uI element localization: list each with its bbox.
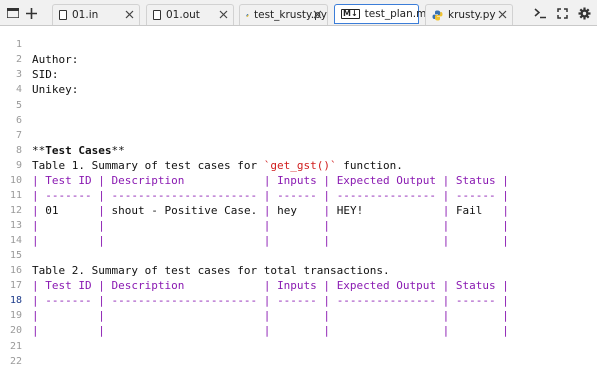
bold-marker: ** [111,144,125,157]
table-cell: Expected Output [336,279,437,292]
editor-line: 15 Table 2. Summary of test cases for to… [0,233,390,277]
tab-label: krusty.py [448,9,496,21]
editor-line: 22 [0,339,27,367]
table-cell: Expected Output [336,174,437,187]
tab-test-plan-md[interactable]: M↓ test_plan.md [334,4,433,24]
line-text: | ------- | ---------------------- | ---… [32,294,509,307]
tab-label: 01.in [72,9,99,21]
close-icon[interactable] [313,10,322,19]
tab-krusty-py[interactable]: krusty.py [425,4,513,25]
text-span: Table 1. Summary of test cases for [32,159,264,172]
table-header-row: 16 | Test ID | Description | Inputs | Ex… [0,248,509,292]
fullscreen-icon[interactable] [552,3,572,23]
heading-text: Test Cases [45,144,112,157]
line-text: | | | | | | [32,219,509,232]
table-cell: ------ [455,189,496,202]
table-cell: --------------- [336,294,437,307]
markdown-icon: M↓ [341,9,360,19]
tab-label: 01.out [166,9,200,21]
editor-line: 8 Table 1. Summary of test cases for `ge… [0,128,403,172]
terminal-icon[interactable] [530,3,550,23]
table-row: 13 | | | | | | [0,203,509,247]
tab-01-in[interactable]: 01.in [52,4,140,25]
line-text: Table 1. Summary of test cases for `get_… [32,158,403,173]
editor-line: 6 [0,98,27,126]
line-text: | 01 | shout - Positive Case. | hey | HE… [32,204,509,217]
close-icon[interactable] [125,10,134,19]
table-cell: ------ [277,189,317,202]
editor-line: 14 [0,218,27,246]
table-cell: shout - Positive Case. [111,204,258,217]
table-row: 12 | | | | | | [0,188,509,232]
table-cell: ------- [45,294,92,307]
table-separator-row: 17 | ------- | ---------------------- | … [0,263,509,307]
line-number: 22 [9,356,22,367]
table-cell: Description [111,279,185,292]
table-cell: ---------------------- [111,294,258,307]
table-cell: Test ID [45,174,92,187]
table-cell: ---------------------- [111,189,258,202]
document-icon [153,10,161,20]
tab-label: test_plan.md [364,8,433,20]
table-cell: ------ [455,294,496,307]
editor-line: 2 SID: [0,37,59,81]
close-icon[interactable] [498,10,507,19]
tab-test-krusty-py[interactable]: test_krusty.py [239,4,328,25]
menu-icon[interactable] [3,3,23,23]
tab-bar: 01.in 01.out test_krusty.py M↓ test_plan… [0,0,597,26]
python-icon [246,13,249,17]
line-text: | Test ID | Description | Inputs | Expec… [32,279,509,292]
table-cell: Inputs [277,279,317,292]
editor-line: 20 [0,308,27,336]
table-cell: hey [277,204,297,217]
line-text: | Test ID | Description | Inputs | Expec… [32,174,509,187]
line-text: **Test Cases** [32,143,125,158]
table-cell: ------- [45,189,92,202]
line-text: Table 2. Summary of test cases for total… [32,264,390,277]
table-separator-row: 10 | ------- | ---------------------- | … [0,158,509,202]
table-cell: Fail [455,204,483,217]
line-text: SID: [32,68,59,81]
document-icon [59,10,67,20]
line-text: | | | | | | [32,324,509,337]
line-text: | | | | | | [32,234,509,247]
table-cell: 01 [45,204,59,217]
table-row: 18 | | | | | | [0,278,509,322]
table-cell: Description [111,174,185,187]
table-row: 19 | | | | | | [0,293,509,337]
editor-line: 7 **Test Cases** [0,113,125,157]
table-header-row: 9 | Test ID | Description | Inputs | Exp… [0,143,509,187]
close-icon[interactable] [219,10,228,19]
inline-code: `get_gst()` [263,159,337,172]
table-cell: Inputs [277,174,317,187]
bold-marker: ** [32,144,46,157]
table-cell: ------ [277,294,317,307]
table-cell: Status [455,279,496,292]
text-span: function. [336,159,403,172]
line-text: | ------- | ---------------------- | ---… [32,189,509,202]
table-row: 11 | 01 | shout - Positive Case. | hey |… [0,173,509,217]
code-editor[interactable]: 1 Author: 2 SID: 3 Unikey: 4 5 6 7 **Tes… [0,26,597,367]
editor-line: 5 [0,83,27,111]
plus-icon[interactable] [21,3,41,23]
table-cell: --------------- [336,189,437,202]
table-cell: HEY! [336,204,364,217]
editor-line: 4 [0,67,27,95]
python-icon [432,10,443,20]
table-cell: Test ID [45,279,92,292]
line-text: | | | | | | [32,309,509,322]
editor-line: 21 [0,324,27,352]
tab-01-out[interactable]: 01.out [146,4,234,25]
table-cell: Status [455,174,496,187]
settings-icon[interactable] [574,3,594,23]
line-text: Author: [32,53,79,66]
line-text: Unikey: [32,83,79,96]
editor-line: 3 Unikey: [0,52,78,96]
editor-line: 1 Author: [0,22,78,66]
